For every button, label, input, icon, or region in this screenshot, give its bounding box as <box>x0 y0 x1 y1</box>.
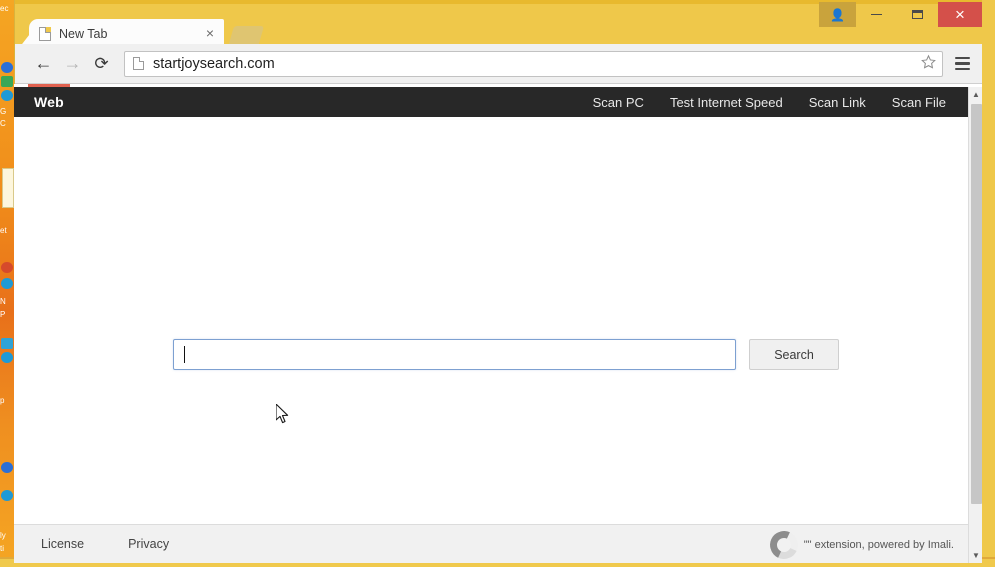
site-brand: Web <box>34 94 64 110</box>
page-icon <box>39 26 51 41</box>
search-row: Search <box>173 339 839 370</box>
nav-link-scan-link[interactable]: Scan Link <box>809 95 866 110</box>
tab-title: New Tab <box>59 26 108 41</box>
search-input[interactable] <box>173 339 736 370</box>
search-button[interactable]: Search <box>749 339 839 370</box>
browser-toolbar: ← → ⟳ startjoysearch.com <box>15 44 982 84</box>
search-button-label: Search <box>774 347 814 362</box>
chrome-menu-button[interactable] <box>949 51 975 77</box>
extension-credit: "" extension, powered by Imali. <box>765 527 954 563</box>
bg-white-strip <box>2 168 14 208</box>
hamburger-menu-icon <box>954 62 970 65</box>
bg-icon-blue <box>1 62 13 73</box>
close-tab-icon[interactable]: × <box>202 25 218 42</box>
hamburger-menu-icon <box>954 67 970 71</box>
bg-icon-cyan <box>1 90 13 101</box>
page-viewport: Web Scan PC Test Internet Speed Scan Lin… <box>14 84 982 563</box>
page-icon <box>133 57 144 70</box>
bg-icon-cyan-3 <box>1 352 13 363</box>
page-scrollbar[interactable]: ▲ ▼ <box>968 87 982 563</box>
tab-strip: New Tab × <box>15 4 982 48</box>
bg-icon-red <box>1 262 13 273</box>
forward-arrow-icon: → <box>63 53 82 73</box>
footer-link-license[interactable]: License <box>41 537 84 551</box>
nav-link-test-internet-speed[interactable]: Test Internet Speed <box>670 95 783 110</box>
bg-icon-green <box>1 76 13 87</box>
scroll-up-arrow-icon[interactable]: ▲ <box>969 87 982 102</box>
extension-credit-text: "" extension, powered by Imali. <box>803 539 954 551</box>
reload-icon: ⟳ <box>94 53 109 73</box>
scrollbar-thumb[interactable] <box>971 104 982 504</box>
site-navigation: Scan PC Test Internet Speed Scan Link Sc… <box>593 95 968 110</box>
nav-link-scan-file[interactable]: Scan File <box>892 95 946 110</box>
bg-icon-cyan-2 <box>1 278 13 289</box>
scroll-down-arrow-icon[interactable]: ▼ <box>969 548 982 563</box>
window-right-edge <box>982 0 995 563</box>
bg-icon-cyan-4 <box>1 490 13 501</box>
imali-circle-logo-icon <box>765 527 802 563</box>
bg-icon-blue-2 <box>1 462 13 473</box>
back-arrow-icon: ← <box>34 53 53 73</box>
address-bar[interactable]: startjoysearch.com <box>124 50 943 77</box>
reload-button[interactable]: ⟳ <box>87 49 116 78</box>
back-button[interactable]: ← <box>29 49 58 78</box>
address-bar-url: startjoysearch.com <box>153 55 275 72</box>
site-footer: License Privacy "" extension, powered by… <box>14 524 968 563</box>
bg-icon-teal <box>1 338 13 349</box>
site-header: Web Scan PC Test Internet Speed Scan Lin… <box>14 87 968 117</box>
forward-button: → <box>58 49 87 78</box>
footer-link-privacy[interactable]: Privacy <box>128 537 169 551</box>
nav-link-scan-pc[interactable]: Scan PC <box>593 95 644 110</box>
text-caret <box>184 346 185 363</box>
bookmark-star-icon[interactable] <box>918 54 938 74</box>
hamburger-menu-icon <box>954 56 970 60</box>
